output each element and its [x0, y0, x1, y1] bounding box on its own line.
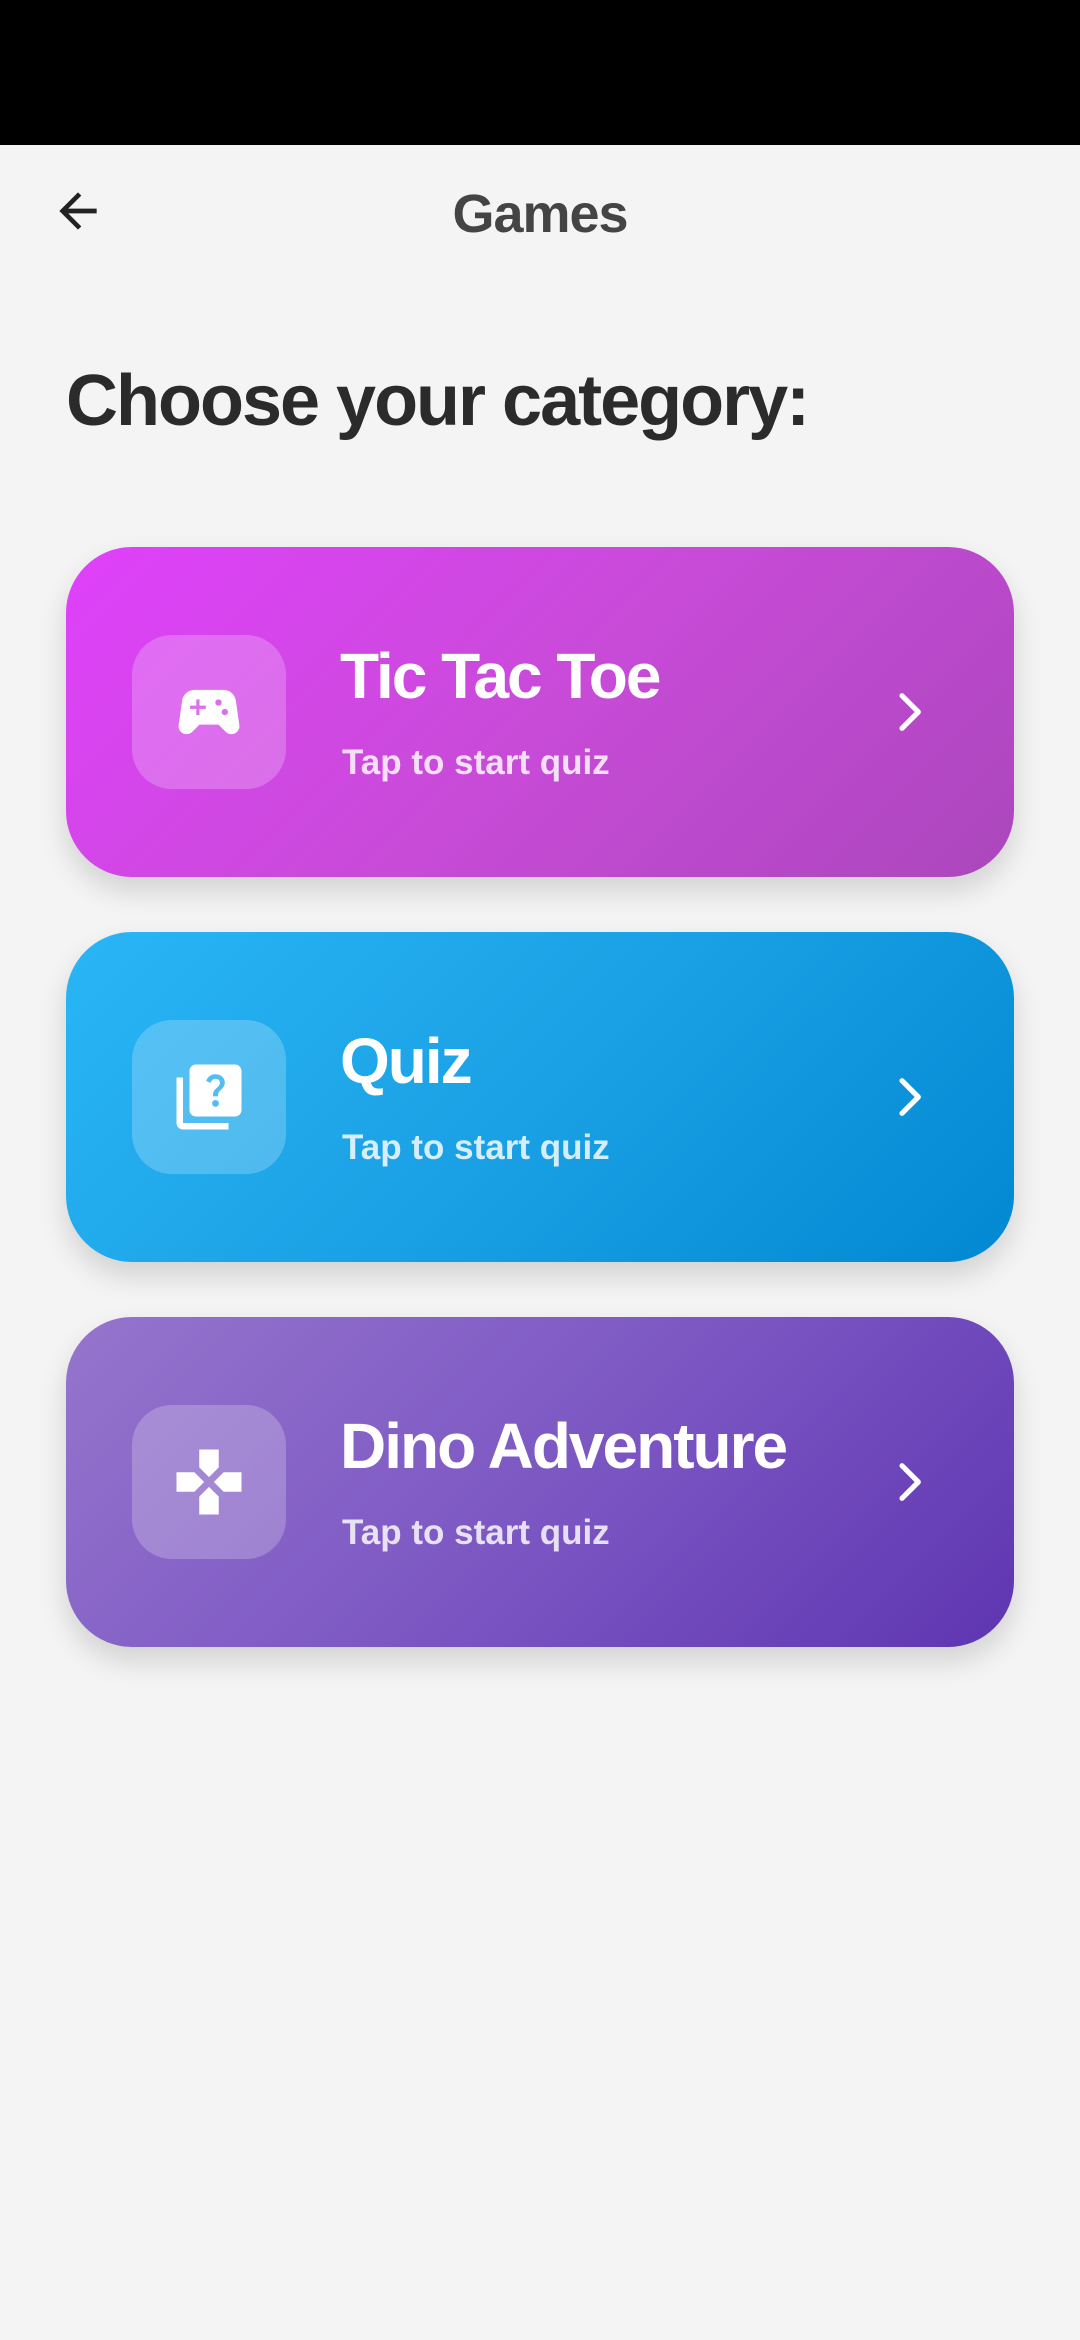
- category-icon-box: [132, 635, 286, 789]
- dpad-icon: [176, 1449, 242, 1515]
- category-title: Dino Adventure: [340, 1410, 788, 1482]
- category-title: Tic Tac Toe: [340, 640, 661, 712]
- chevron-right-icon: [874, 1447, 944, 1517]
- chevron-right-icon: [874, 677, 944, 747]
- category-heading: Choose your category:: [66, 361, 810, 441]
- status-bar: [0, 0, 1080, 145]
- category-card-tic-tac-toe[interactable]: Tic Tac Toe Tap to start quiz: [66, 547, 1014, 877]
- quiz-icon: [176, 1064, 242, 1130]
- category-icon-box: [132, 1020, 286, 1174]
- chevron-right-icon: [874, 1062, 944, 1132]
- category-subtitle: Tap to start quiz: [342, 743, 610, 782]
- page-title: Games: [452, 184, 628, 244]
- category-card-quiz[interactable]: Quiz Tap to start quiz: [66, 932, 1014, 1262]
- category-subtitle: Tap to start quiz: [342, 1513, 610, 1552]
- category-card-dino-adventure[interactable]: Dino Adventure Tap to start quiz: [66, 1317, 1014, 1647]
- app-bar: Games: [0, 145, 1080, 295]
- category-subtitle: Tap to start quiz: [342, 1128, 610, 1167]
- category-title: Quiz: [340, 1025, 473, 1097]
- gamepad-icon: [178, 689, 240, 735]
- category-icon-box: [132, 1405, 286, 1559]
